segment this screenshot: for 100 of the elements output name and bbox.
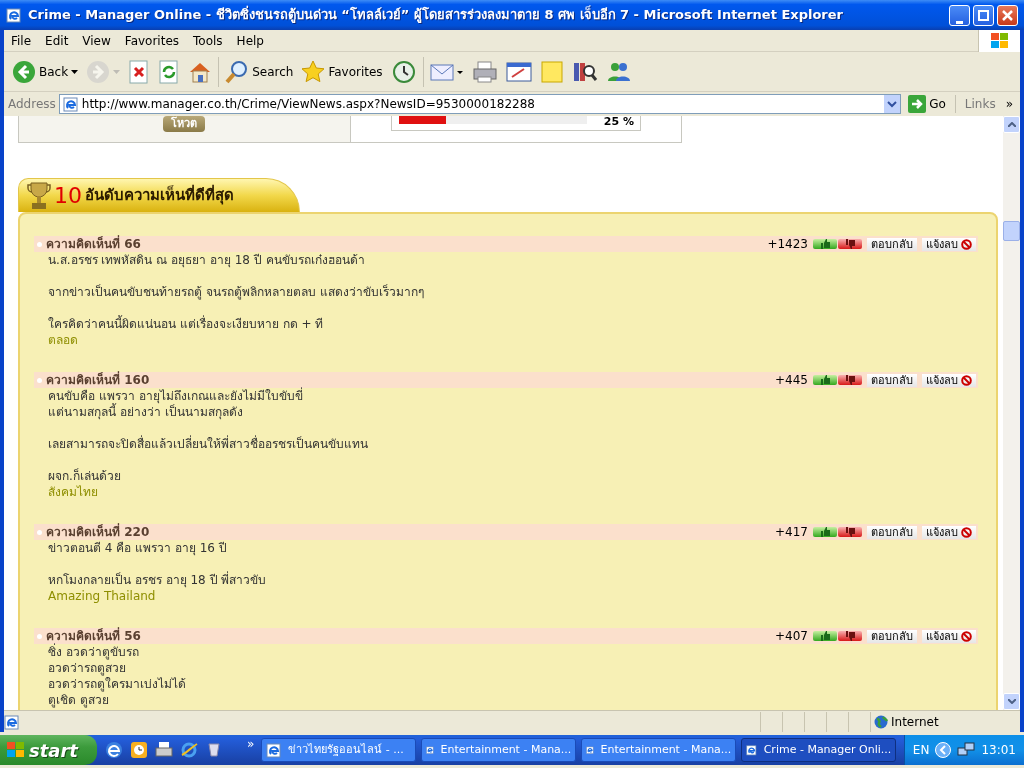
address-field[interactable]: http://www.manager.co.th/Crime/ViewNews.aspx?NewsID=9530000182288 (58, 94, 902, 114)
report-button[interactable]: แจ้งลบ (922, 525, 976, 539)
minimize-icon (955, 18, 964, 25)
comment-line: อวดว่ารถตูใครมาเบ่งไม่ได้ (48, 677, 186, 691)
report-button[interactable]: แจ้งลบ (922, 237, 976, 251)
comment-line: ตูเชิด ตูสวย (48, 693, 109, 707)
menu-item[interactable]: Favorites (117, 31, 187, 50)
bullet-icon (37, 529, 42, 535)
thumbs-up-button[interactable] (813, 239, 837, 249)
scroll-down-button[interactable] (1003, 693, 1020, 710)
back-button[interactable]: Back (8, 57, 83, 86)
search-button[interactable]: Search (221, 57, 298, 86)
bullet-icon (37, 633, 42, 639)
maximize-icon (978, 9, 989, 21)
favorites-button[interactable]: Favorites (297, 57, 387, 86)
comment-line: ใครคิดว่าคนนี้ผิดแน่นอน แต่เรื่องจะเงียบหาย กด + ที (48, 317, 324, 331)
comment-line: ซิ่ง อวดว่าตูขับรถ (48, 645, 139, 659)
thumbs-down-button[interactable] (838, 239, 862, 249)
comment-title: ความคิดเห็นที่ 160 (46, 372, 151, 387)
more-button[interactable]: » (1002, 95, 1016, 113)
browser-icon[interactable] (103, 740, 125, 760)
task-button[interactable]: Entertainment - Mana... (421, 738, 577, 762)
maximize-button[interactable] (973, 4, 994, 26)
section-title: อันดับความเห็นที่ดีที่สุด (85, 184, 234, 207)
score-text: +417 (775, 524, 808, 540)
comment-line: แต่นามสกุลนี้ อย่างว่า เป็นนามสกุลดัง (48, 405, 243, 419)
comment-line: เลยสามารถจะปิดสื่อแล้วเปลี่ยนให้พี่สาวชื่ออรชรเป็นคนขับแทน (48, 437, 368, 451)
report-button[interactable]: แจ้งลบ (922, 373, 976, 387)
no-entry-icon (961, 526, 972, 538)
globe-icon (874, 714, 888, 729)
clock-icon[interactable] (128, 740, 150, 760)
page-icon (62, 96, 79, 112)
comment-line: ข่าวตอนตี 4 คือ แพรวา อายุ 16 ปี (48, 541, 227, 555)
menu-item[interactable]: Tools (186, 31, 230, 50)
no-entry-icon (961, 630, 972, 642)
close-button[interactable] (997, 4, 1018, 26)
bullet-icon (37, 241, 42, 247)
scrollbar[interactable] (1003, 116, 1020, 710)
comment-title: ความคิดเห็นที่ 56 (46, 628, 142, 643)
clock-text: 13:01 (981, 742, 1016, 759)
browser-icon (6, 7, 22, 23)
menu-item[interactable]: Help (229, 31, 271, 50)
percent-text: 25 % (603, 116, 635, 130)
reply-button[interactable]: ตอบกลับ (867, 373, 917, 387)
trophy-icon (27, 180, 51, 211)
score-text: +445 (775, 372, 808, 388)
thumbs-down-button[interactable] (838, 631, 862, 641)
menu-item[interactable]: File (4, 31, 39, 50)
caret-icon (71, 69, 79, 74)
network-icon[interactable] (957, 742, 976, 758)
menu-item[interactable]: View (75, 31, 118, 50)
search-icon (225, 59, 250, 84)
printer-icon[interactable] (153, 740, 175, 760)
page-icon (746, 742, 758, 758)
flag-logo-icon (6, 741, 26, 759)
score-text: +1423 (767, 236, 808, 252)
dropdown-icon[interactable] (884, 95, 901, 113)
more-button[interactable]: » (243, 735, 259, 753)
task-button[interactable]: ข่าวไทยรัฐออนไลน์ - ... (261, 738, 417, 762)
no-entry-icon (961, 374, 972, 386)
links-button[interactable]: Links (960, 95, 1000, 113)
thumbs-up-button[interactable] (813, 631, 837, 641)
rank-number: 10 (54, 183, 82, 208)
comment-line: ผจก.ก็เล่นด้วย (48, 469, 121, 483)
star-icon (301, 59, 326, 84)
caret-icon (113, 69, 121, 74)
zone-text: Internet (891, 713, 939, 731)
go-button[interactable]: Go (904, 95, 950, 113)
start-button[interactable]: start (0, 735, 97, 765)
thumbs-up-button[interactable] (813, 527, 837, 537)
score-text: +407 (775, 628, 808, 644)
reply-button[interactable]: ตอบกลับ (867, 525, 917, 539)
minimize-button[interactable] (949, 4, 970, 26)
window-title: Crime - Manager Online - ชีวิตซิ่งชนรถตู้บนด่วน “โทลล์เวย์” ผู้โดยสารร่วงลงมาตาย 8 ศพ เจ็บอีก 7 - Microsoft Internet Explorer (28, 5, 844, 25)
page-icon (4, 713, 20, 730)
close-icon (1002, 9, 1013, 21)
chevron-icon[interactable] (935, 742, 952, 758)
comment-line: หกโมงกลายเป็น อรชร อายุ 18 ปี พี่สาวขับ (48, 573, 267, 587)
comment-title: ความคิดเห็นที่ 66 (46, 236, 142, 252)
task-button[interactable]: Entertainment - Mana... (581, 738, 737, 762)
thumbs-up-button[interactable] (813, 375, 837, 385)
task-button[interactable]: Crime - Manager Onli... (741, 738, 897, 762)
comment-title: ความคิดเห็นที่ 220 (46, 524, 151, 540)
address-label: Address (8, 96, 56, 113)
comment-line: คนขับคือ แพรวา อายุไม่ถึงเกณและยังไม่มีใบขับขี่ (48, 389, 303, 403)
reply-button[interactable]: ตอบกลับ (867, 629, 917, 643)
thumbs-down-button[interactable] (838, 375, 862, 385)
scroll-thumb[interactable] (1003, 221, 1020, 241)
comment-line: จากข่าวเป็นคนขับชนท้ายรถตู้ จนรถตู้พลิกหลายตลบ แสดงว่าขับเร็วมากๆ (48, 285, 424, 299)
flag-logo-icon (978, 29, 1020, 52)
report-button[interactable]: แจ้งลบ (922, 629, 976, 643)
thumbs-down-button[interactable] (838, 527, 862, 537)
scroll-up-button[interactable] (1003, 116, 1020, 133)
menu-item[interactable]: Edit (38, 31, 76, 50)
bullet-icon (37, 377, 42, 383)
reply-button[interactable]: ตอบกลับ (867, 237, 917, 251)
no-entry-icon (961, 238, 972, 250)
comment-line: น.ส.อรชร เทพหัสดิน ณ อยุธยา อายุ 18 ปี คนขับรถเก๋งฮอนด้า (48, 253, 365, 267)
page-icon (266, 742, 283, 758)
comment-line: อวดว่ารถตูสวย (48, 661, 126, 675)
